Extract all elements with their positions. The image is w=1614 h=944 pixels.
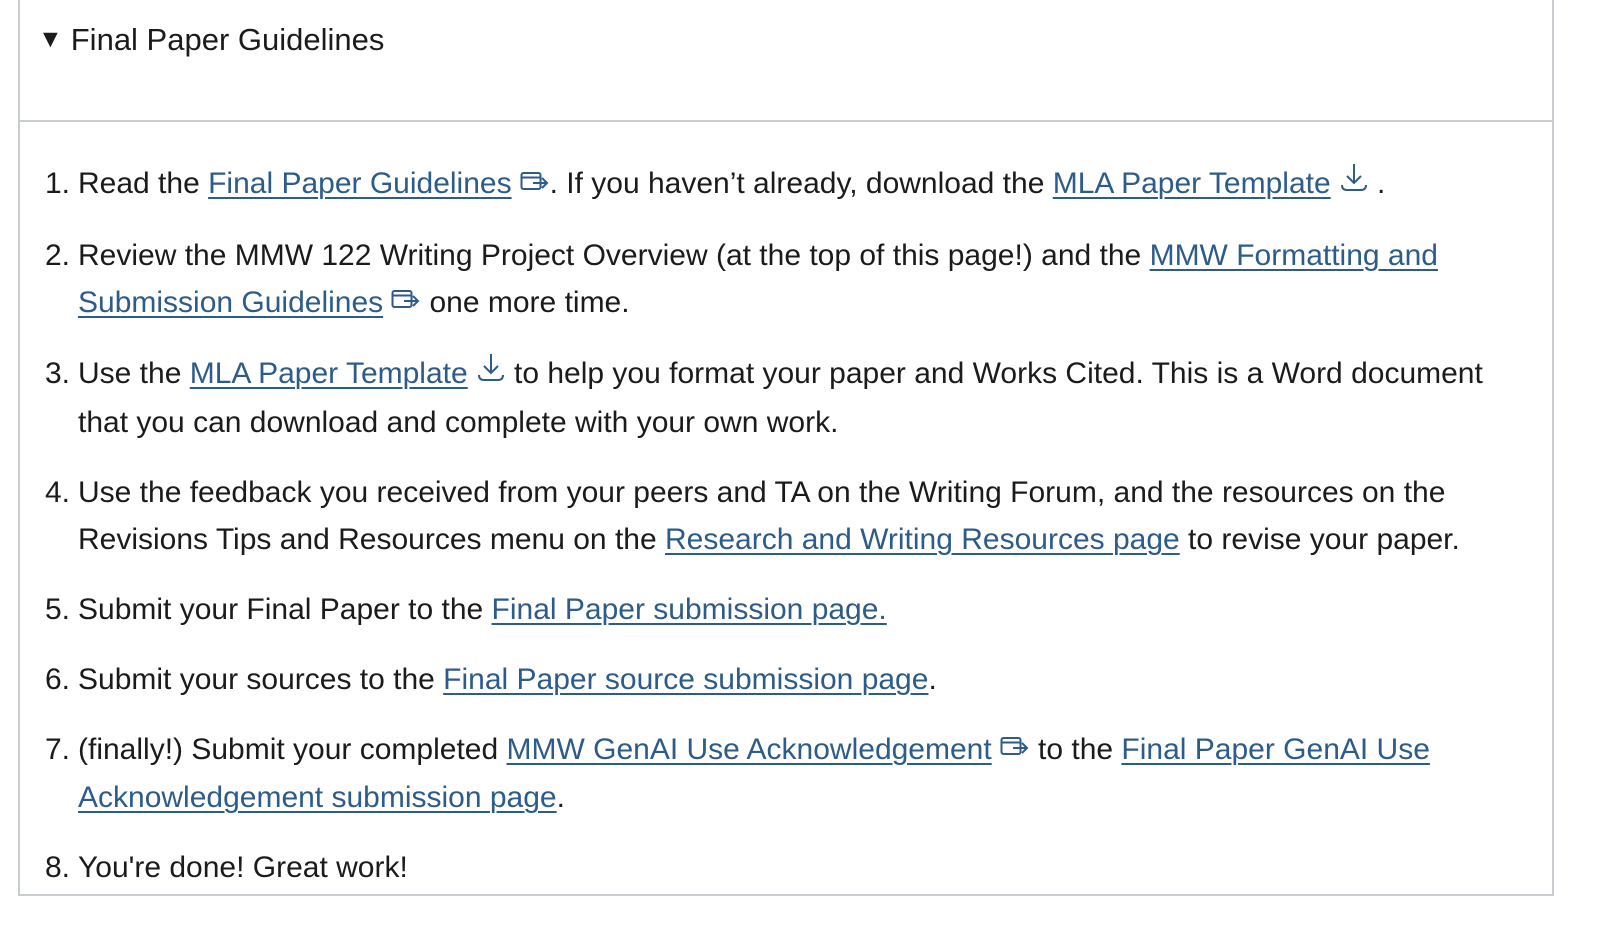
step-text: Read the Final Paper Guidelines . If you … [70, 160, 1520, 209]
step-text: Use the MLA Paper Template to help you f… [70, 350, 1520, 446]
details-summary-label: Final Paper Guidelines [70, 22, 385, 57]
disclosure-triangle-icon: ▼ [38, 25, 63, 53]
final-paper-source-submission-link[interactable]: Final Paper source submission page [443, 663, 928, 696]
text-fragment: to revise your paper. [1179, 522, 1460, 556]
text-fragment: Use the [78, 357, 190, 391]
final-paper-guidelines-link[interactable]: Final Paper Guidelines [208, 167, 512, 200]
step-text: Submit your Final Paper to the Final Pap… [70, 586, 1520, 633]
text-fragment: Submit your Final Paper to the [78, 592, 492, 626]
external-link-icon [391, 278, 421, 325]
text-fragment: . [928, 662, 937, 696]
external-link-icon [520, 160, 550, 207]
text-fragment: . If you haven’t already, download the [549, 167, 1053, 200]
details-summary-toggle[interactable]: ▼ Final Paper Guidelines [38, 22, 384, 58]
text-fragment: to the [1029, 732, 1122, 766]
final-paper-submission-link[interactable]: Final Paper submission page. [492, 593, 887, 626]
step-number: 2. [44, 238, 70, 272]
list-item: 2. Review the MMW 122 Writing Project Ov… [20, 232, 1520, 328]
list-item: 6. Submit your sources to the Final Pape… [20, 656, 1520, 703]
mla-paper-template-link[interactable]: MLA Paper Template [190, 357, 468, 390]
list-item: 5. Submit your Final Paper to the Final … [20, 586, 1520, 633]
text-fragment: Review the MMW 122 Writing Project Overv… [78, 238, 1150, 272]
download-icon [476, 350, 506, 397]
divider [20, 120, 1552, 122]
text-fragment: Read the [78, 167, 209, 200]
steps-list: 1. Read the Final Paper Guidelines . If y… [20, 160, 1520, 914]
mla-paper-template-link[interactable]: MLA Paper Template [1053, 167, 1331, 200]
research-writing-resources-link[interactable]: Research and Writing Resources page [665, 523, 1180, 556]
step-text: Submit your sources to the Final Paper s… [70, 656, 1520, 703]
external-link-icon [1000, 725, 1030, 772]
list-item: 1. Read the Final Paper Guidelines . If y… [20, 160, 1520, 209]
text-fragment: one more time. [421, 285, 630, 319]
step-number: 6. [44, 662, 70, 696]
text-fragment: . [556, 781, 565, 815]
list-item: 7. (finally!) Submit your completed MMW … [20, 726, 1520, 822]
download-icon [1339, 160, 1369, 207]
step-text: Use the feedback you received from your … [70, 469, 1520, 563]
text-fragment: (finally!) Submit your completed [78, 732, 507, 766]
text-fragment: You're done! Great work! [78, 851, 408, 885]
step-text: You're done! Great work! [70, 844, 1520, 891]
step-text: Review the MMW 122 Writing Project Overv… [70, 232, 1520, 328]
step-text: (finally!) Submit your completed MMW Gen… [70, 726, 1520, 822]
step-number: 8. [44, 851, 70, 885]
text-fragment: Submit your sources to the [78, 662, 444, 696]
text-fragment: . [1368, 167, 1386, 200]
step-number: 7. [44, 732, 70, 766]
details-panel: ▼ Final Paper Guidelines 1. Read the Fin… [18, 0, 1554, 896]
step-number: 5. [44, 592, 70, 626]
genai-acknowledgement-link[interactable]: MMW GenAI Use Acknowledgement [507, 733, 992, 766]
step-number: 3. [44, 357, 70, 391]
step-number: 1. [44, 167, 70, 200]
step-number: 4. [44, 475, 70, 509]
list-item: 3. Use the MLA Paper Template to help yo… [20, 350, 1520, 446]
list-item: 8. You're done! Great work! [20, 844, 1520, 891]
list-item: 4. Use the feedback you received from yo… [20, 469, 1520, 563]
